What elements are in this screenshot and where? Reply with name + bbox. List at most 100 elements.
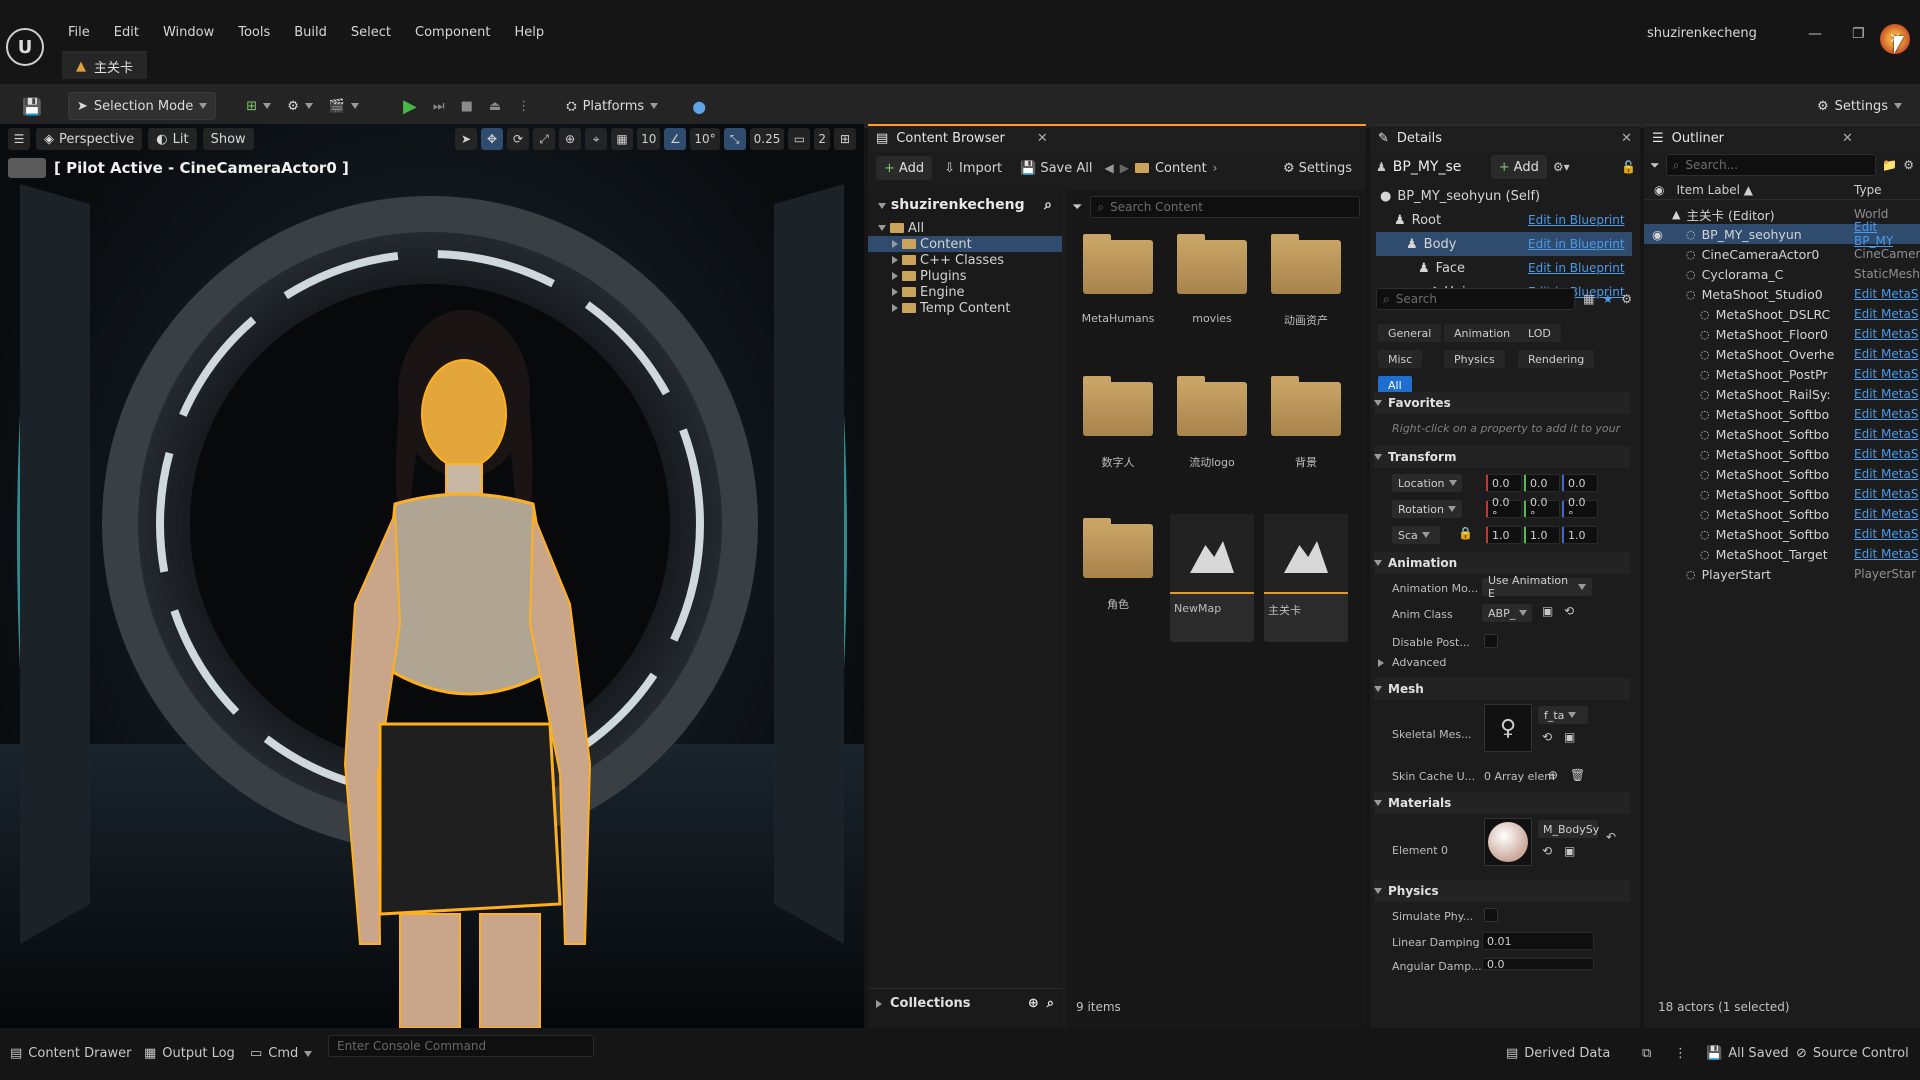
tree-item[interactable]: Content <box>868 236 1062 252</box>
tree-item[interactable]: Plugins <box>868 268 1062 284</box>
folder-tile[interactable]: movies <box>1170 230 1254 358</box>
camera-speed-value[interactable]: 2 <box>814 128 830 150</box>
mesh-section[interactable]: Mesh <box>1374 678 1630 700</box>
outliner-row[interactable]: ◌ MetaShoot_Softbo Edit MetaS <box>1644 504 1920 524</box>
mesh-dropdown[interactable]: f_ta <box>1538 706 1588 724</box>
close-tab-icon[interactable]: ✕ <box>1621 131 1632 146</box>
new-folder-icon[interactable]: 📁 <box>1882 158 1897 172</box>
menu-help[interactable]: Help <box>502 22 556 44</box>
outliner-row-type[interactable]: Edit MetaS <box>1854 367 1918 381</box>
outliner-row[interactable]: ◌ MetaShoot_Softbo Edit MetaS <box>1644 524 1920 544</box>
folder-tile[interactable]: 背景 <box>1264 372 1348 500</box>
outliner-row[interactable]: ◌ MetaShoot_Softbo Edit MetaS <box>1644 444 1920 464</box>
source-control-button[interactable]: ⊘ Source Control <box>1796 1046 1909 1061</box>
project-header[interactable]: shuzirenkecheng ⌕ <box>868 190 1062 220</box>
physics-section[interactable]: Physics <box>1374 880 1630 902</box>
content-drawer-button[interactable]: ▤ Content Drawer <box>10 1046 131 1061</box>
scale-snap-icon[interactable]: ⤡ <box>723 128 746 150</box>
tree-item[interactable]: Engine <box>868 284 1062 300</box>
world-local-icon[interactable]: ⊕ <box>559 128 582 150</box>
save-all-button[interactable]: 💾 Save All <box>1014 156 1098 180</box>
component-row[interactable]: ♟ Face Edit in Blueprint <box>1376 256 1632 280</box>
browse-icon[interactable]: ▣ <box>1542 604 1553 618</box>
menu-build[interactable]: Build <box>282 22 339 44</box>
level-tab[interactable]: ▲ 主关卡 <box>62 51 148 79</box>
outliner-row-type[interactable]: Edit MetaS <box>1854 387 1918 401</box>
cinematics-button[interactable]: 🎬 <box>321 92 367 120</box>
filter-icon[interactable]: ⏷ <box>1650 158 1660 173</box>
folder-tile[interactable]: 动画资产 <box>1264 230 1348 358</box>
outliner-row[interactable]: ◌ CineCameraActor0 CineCamer <box>1644 244 1920 264</box>
advanced-section[interactable]: Advanced <box>1378 656 1446 669</box>
console-input[interactable]: Enter Console Command <box>328 1035 594 1057</box>
material-thumbnail[interactable] <box>1484 818 1532 866</box>
platforms-button[interactable]: ⛭ Platforms <box>558 92 666 120</box>
outliner-row-type[interactable]: Edit MetaS <box>1854 487 1918 501</box>
edit-in-blueprint-link[interactable]: Edit in Blueprint <box>1528 261 1625 275</box>
tree-item[interactable]: C++ Classes <box>868 252 1062 268</box>
gear-icon[interactable]: ⚙ <box>1621 292 1632 306</box>
derived-data-button[interactable]: ▤ Derived Data <box>1506 1046 1610 1061</box>
outliner-row-type[interactable]: Edit MetaS <box>1854 347 1918 361</box>
chevron-right-icon[interactable] <box>892 304 898 312</box>
rotation-snap-value[interactable]: 10° <box>690 128 720 150</box>
chevron-right-icon[interactable] <box>892 272 898 280</box>
breadcrumb-content[interactable]: Content <box>1155 161 1207 176</box>
outliner-row-type[interactable]: Edit MetaS <box>1854 327 1918 341</box>
close-tab-icon[interactable]: ✕ <box>1842 131 1853 146</box>
import-button[interactable]: ⇩ Import <box>938 156 1008 180</box>
outliner-tab[interactable]: ☰ Outliner ✕ <box>1644 124 1920 150</box>
disable-post-checkbox[interactable] <box>1484 634 1498 648</box>
outliner-search-input[interactable]: ⌕ Search... <box>1665 154 1877 176</box>
category-lod-button[interactable]: LOD <box>1518 324 1561 342</box>
maximize-viewport-icon[interactable]: ⊞ <box>834 128 856 150</box>
menu-window[interactable]: Window <box>151 22 226 44</box>
more-options-icon[interactable]: ⋮ <box>509 92 538 120</box>
location-z[interactable]: 0.0 <box>1562 474 1598 492</box>
globe-icon[interactable]: ● <box>684 92 714 120</box>
item-label-column[interactable]: Item Label ▲ <box>1676 183 1753 197</box>
animation-section[interactable]: Animation <box>1374 552 1630 574</box>
outliner-row-type[interactable]: Edit MetaS <box>1854 447 1918 461</box>
outliner-row-type[interactable]: Edit MetaS <box>1854 287 1918 301</box>
rotation-x[interactable]: 0.0 ° <box>1486 496 1522 522</box>
outliner-row-type[interactable]: Edit MetaS <box>1854 427 1918 441</box>
component-self[interactable]: ● BP_MY_seohyun (Self) <box>1376 184 1632 208</box>
location-y[interactable]: 0.0 <box>1524 474 1560 492</box>
all-saved-button[interactable]: 💾 All Saved <box>1706 1046 1789 1061</box>
rotation-z[interactable]: 0.0 ° <box>1562 496 1598 522</box>
outliner-row[interactable]: ◉ ◌ BP_MY_seohyun Edit BP_MY <box>1644 220 1920 248</box>
add-collection-icon[interactable]: ⊕ <box>1028 996 1039 1011</box>
pilot-indicator[interactable]: [ Pilot Active - CineCameraActor0 ] <box>8 158 349 178</box>
add-element-icon[interactable]: ⊕ <box>1548 768 1558 782</box>
play-button[interactable]: ▶ <box>395 92 425 120</box>
anim-class-dropdown[interactable]: ABP_ <box>1482 604 1532 622</box>
chevron-right-icon[interactable] <box>892 240 898 248</box>
content-browser-tab[interactable]: ▤ Content Browser ✕ <box>868 124 1366 150</box>
outliner-row-type[interactable]: Edit MetaS <box>1854 407 1918 421</box>
anim-mode-dropdown[interactable]: Use Animation E <box>1482 574 1592 600</box>
component-row[interactable]: ♟ Root Edit in Blueprint <box>1376 208 1632 232</box>
trace-icon[interactable]: ⧉ <box>1642 1046 1651 1061</box>
lock-icon[interactable]: 🔓 <box>1621 160 1636 174</box>
grid-snap-icon[interactable]: ▦ <box>611 128 634 150</box>
location-x[interactable]: 0.0 <box>1486 474 1522 492</box>
transform-section[interactable]: Transform <box>1374 446 1630 468</box>
location-dropdown[interactable]: Location <box>1392 474 1462 492</box>
map-tile[interactable]: NewMap <box>1170 514 1254 642</box>
settings-button[interactable]: ⚙ Settings <box>1809 92 1910 120</box>
outliner-row[interactable]: ◌ MetaShoot_Softbo Edit MetaS <box>1644 464 1920 484</box>
rotate-tool-icon[interactable]: ⟳ <box>507 128 530 150</box>
outliner-row[interactable]: ◌ MetaShoot_Softbo Edit MetaS <box>1644 424 1920 444</box>
forward-icon[interactable]: ▶ <box>1120 161 1129 175</box>
search-icon[interactable]: ⌕ <box>1044 197 1052 213</box>
outliner-row-type[interactable]: Edit MetaS <box>1854 467 1918 481</box>
tree-item[interactable]: All <box>868 220 1062 236</box>
browse-icon[interactable]: ▣ <box>1564 730 1575 744</box>
close-tab-icon[interactable]: ✕ <box>1037 131 1048 146</box>
show-button[interactable]: Show <box>202 128 254 150</box>
component-row[interactable]: ♟ Body Edit in Blueprint <box>1376 232 1632 256</box>
save-icon[interactable]: 💾 <box>14 92 50 120</box>
actor-name[interactable]: BP_MY_se <box>1393 159 1485 175</box>
move-tool-icon[interactable]: ✥ <box>481 128 504 150</box>
